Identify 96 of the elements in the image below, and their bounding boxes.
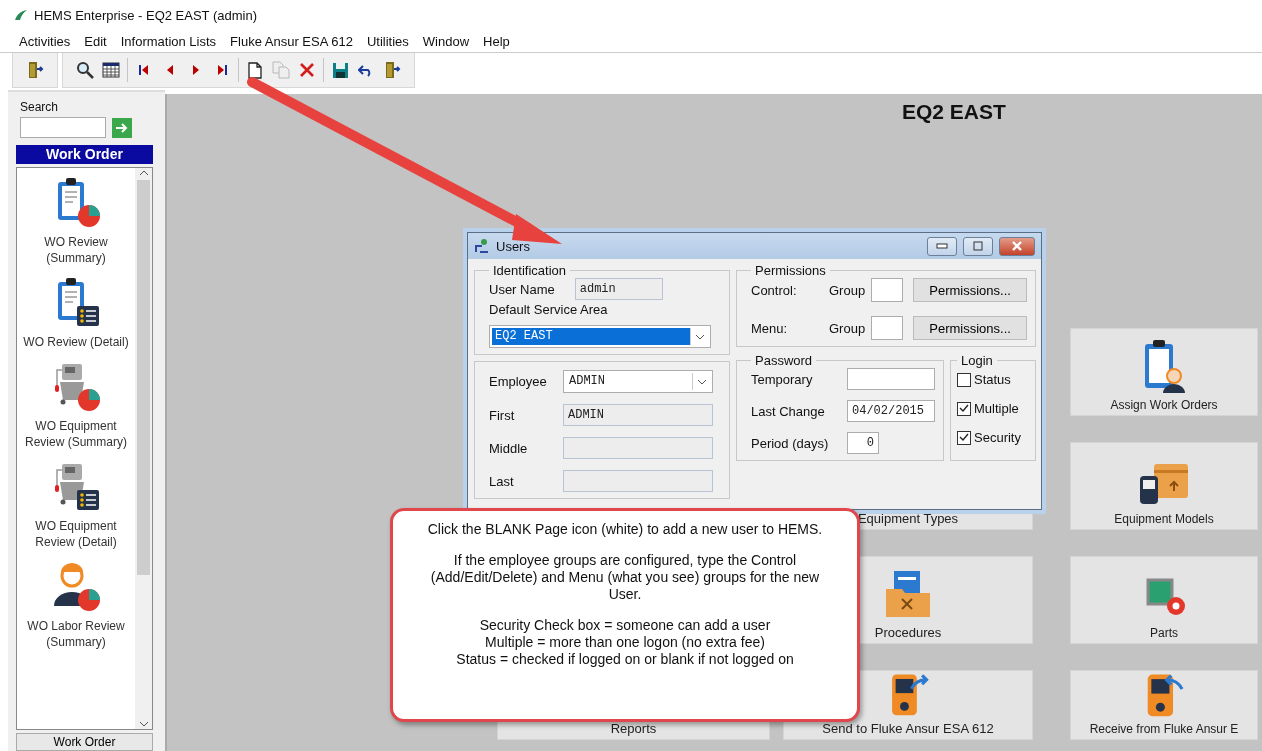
field-label: Default Service Area <box>489 302 609 317</box>
checkbox[interactable] <box>957 401 971 416</box>
group-field[interactable] <box>871 278 904 302</box>
checkbox[interactable] <box>957 372 971 387</box>
scrollbar[interactable] <box>135 168 152 729</box>
menu-item[interactable]: Activities <box>12 33 78 49</box>
minimize-button[interactable] <box>927 236 957 256</box>
app-logo-icon <box>14 9 28 21</box>
group-legend: Password <box>751 353 817 368</box>
section-header: Work Order <box>16 145 153 164</box>
tile[interactable]: Assign Work Orders <box>1070 328 1258 416</box>
exit-door-icon <box>26 61 44 79</box>
tile-label: Parts <box>1150 626 1178 640</box>
exit-door-icon <box>383 61 401 79</box>
tile[interactable]: Parts <box>1070 556 1258 644</box>
maximize-button[interactable] <box>963 236 993 256</box>
tile[interactable]: Equipment Models <box>1070 442 1258 530</box>
check-icon <box>959 404 969 413</box>
tile-label: Equipment Models <box>1114 512 1214 526</box>
field-label: Temporary <box>751 371 814 387</box>
window-title: HEMS Enterprise - EQ2 EAST (admin) <box>34 7 257 23</box>
menu-item[interactable]: Utilities <box>359 33 416 49</box>
menu-item[interactable]: Information Lists <box>113 33 224 49</box>
group-legend: Login <box>957 353 997 368</box>
tile-label: Reports <box>610 721 657 736</box>
check-icon <box>959 433 969 442</box>
checkbox-label: Status <box>974 372 1011 387</box>
search-field[interactable] <box>20 117 106 138</box>
name-field[interactable] <box>563 470 713 492</box>
name-field[interactable]: ADMIN <box>563 404 713 426</box>
menu-item[interactable]: Edit <box>77 33 114 49</box>
tile[interactable]: Receive from Fluke Ansur E <box>1070 670 1258 740</box>
close-icon <box>1011 241 1023 251</box>
employee-dropdown[interactable]: ADMIN <box>563 370 713 393</box>
copy-icon <box>272 61 290 79</box>
user-name-field[interactable]: admin <box>574 278 663 300</box>
tile-label: Equipment Types <box>857 511 959 526</box>
field-label: User Name <box>489 281 555 297</box>
password-field[interactable]: 04/02/2015 <box>847 400 935 422</box>
permissions-button[interactable]: Permissions... <box>913 316 1027 340</box>
checkbox[interactable] <box>957 430 971 445</box>
group-field[interactable] <box>871 316 904 340</box>
skip-forward-icon <box>216 64 228 76</box>
tile-label: Send to Fluke Ansur ESA 612 <box>822 721 994 736</box>
triangle-left-icon <box>165 64 175 76</box>
close-button[interactable] <box>999 236 1035 256</box>
field-label: Last <box>489 473 515 489</box>
users-icon <box>474 238 490 254</box>
dialog-title: Users <box>496 238 531 254</box>
menu-item[interactable]: Help <box>476 33 517 49</box>
dropdown-caret-icon <box>694 333 705 340</box>
field-label: Group <box>829 282 866 298</box>
nav-item-label[interactable]: WO Equipment Review (Detail) <box>23 518 129 550</box>
field-label: Period (days) <box>751 435 830 451</box>
group-legend: Permissions <box>751 263 830 278</box>
field-label: Menu: <box>751 320 789 336</box>
checkbox-label: Multiple <box>974 401 1019 416</box>
delete-x-icon <box>299 62 315 78</box>
field-label: Control: <box>751 282 798 298</box>
menu-item[interactable]: Window <box>415 33 477 49</box>
triangle-right-icon <box>191 64 201 76</box>
go-button[interactable] <box>112 117 132 138</box>
callout-text: Click the BLANK Page icon (white) to add a new user to HEMS. <box>427 521 823 538</box>
field-label: First <box>489 407 516 423</box>
password-field[interactable]: 0 <box>847 432 879 454</box>
field-label: Employee <box>489 374 548 389</box>
nav-item-label[interactable]: WO Labor Review (Summary) <box>23 618 129 650</box>
section-button[interactable]: Work Order <box>16 733 153 751</box>
chevron-up-icon <box>138 170 149 176</box>
minimize-icon <box>936 243 948 249</box>
tile-label: Procedures <box>874 625 942 640</box>
nav-item-label[interactable]: WO Review (Summary) <box>23 234 129 266</box>
field-label: Group <box>829 320 866 336</box>
menu-item[interactable]: Fluke Ansur ESA 612 <box>223 33 360 49</box>
skip-back-icon <box>138 64 150 76</box>
tile-label: Receive from Fluke Ansur E <box>1089 722 1239 736</box>
permissions-button[interactable]: Permissions... <box>913 278 1027 302</box>
search-icon <box>76 61 94 79</box>
blank-page-icon <box>248 61 262 79</box>
name-field[interactable] <box>563 437 713 459</box>
field-label: Middle <box>489 440 529 456</box>
workspace-title: EQ2 EAST <box>902 100 1007 124</box>
tile-label: Assign Work Orders <box>1110 398 1218 412</box>
nav-item-label[interactable]: WO Equipment Review (Summary) <box>23 418 129 450</box>
chevron-down-icon <box>138 721 149 727</box>
table-icon <box>102 62 120 78</box>
password-field[interactable] <box>847 368 935 390</box>
dropdown-caret-icon <box>696 378 707 385</box>
field-label: Last Change <box>751 403 826 419</box>
service-area-dropdown[interactable]: EQ2 EAST <box>489 325 711 348</box>
search-label: Search <box>20 100 60 114</box>
group-legend: Identification <box>489 263 570 278</box>
arrow-right-icon <box>115 121 129 134</box>
nav-item-label[interactable]: WO Review (Detail) <box>23 334 129 350</box>
maximize-icon <box>973 241 983 251</box>
checkbox-label: Security <box>974 430 1021 445</box>
